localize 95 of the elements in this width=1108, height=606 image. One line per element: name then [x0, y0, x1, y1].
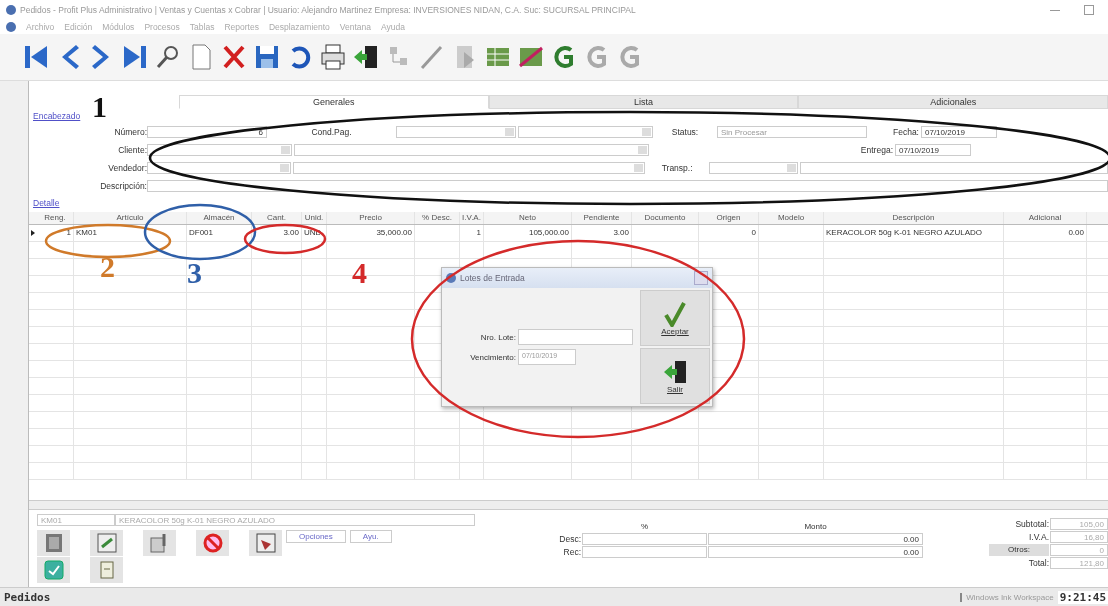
checkmark-icon [664, 300, 686, 327]
annotation-number: 3 [187, 258, 202, 288]
column-header[interactable]: Artículo [74, 212, 187, 224]
status-field: Sin Procesar [717, 125, 867, 138]
column-header[interactable]: Adicional [1004, 212, 1087, 224]
column-header[interactable]: I.V.A. [460, 212, 484, 224]
app-icon [446, 273, 456, 283]
date-field[interactable]: 07/10/2019 [895, 143, 971, 156]
table-cell: 3.00 [572, 225, 632, 241]
column-header[interactable]: Cant. [252, 212, 302, 224]
client-combo[interactable] [147, 143, 292, 156]
window-title: Pedidos - Profit Plus Administrativo | Ventas y Cuentas x Cobrar | Usuario: Alejandro Martinez Empresa: INVERSIONES NIDAN, C.A. Suc: SUCURSAL PRINCIPAL [20, 5, 637, 15]
minimize-button[interactable] [1050, 9, 1060, 11]
table-cell: 0 [699, 225, 759, 241]
section-link[interactable]: Encabezado [29, 111, 81, 123]
total-field: 121,80 [1050, 557, 1108, 569]
exit-button[interactable]: Salir [640, 348, 710, 404]
tab[interactable]: Lista [488, 95, 799, 109]
field-label: Fecha: [892, 126, 919, 137]
lot-number-field[interactable] [518, 329, 633, 345]
field-label: Status: [670, 126, 700, 137]
column-header[interactable]: Neto [484, 212, 572, 224]
table-cell: 35,000.00 [327, 225, 415, 241]
annotation-number: 2 [100, 252, 115, 282]
field-label: Vendedor: [107, 162, 147, 175]
column-header[interactable]: Unid. [302, 212, 327, 224]
tab[interactable]: Adicionales [798, 95, 1108, 109]
field-label: Descripción: [99, 180, 147, 193]
table-cell: 1 [460, 225, 484, 241]
other-field: 0 [1050, 544, 1108, 556]
table-cell: 105,000.00 [484, 225, 572, 241]
tab[interactable]: Generales [179, 95, 489, 109]
link-button[interactable]: Ayu. [349, 530, 392, 543]
window-icon[interactable] [90, 530, 123, 556]
column-header[interactable]: Precio [327, 212, 415, 224]
column-header: Monto [803, 521, 828, 531]
field-label: Entrega: [859, 144, 893, 155]
dialog-title: Lotes de Entrada [460, 273, 526, 283]
field-label: Vencimiento: [469, 352, 516, 362]
seller-field[interactable] [292, 161, 646, 174]
table-cell: KERACOLOR 50g K-01 NEGRO AZULADO [824, 225, 1004, 241]
cabinet-icon[interactable] [37, 530, 70, 556]
picture-frame-icon[interactable] [249, 530, 282, 556]
column-header: % [639, 521, 650, 531]
article-description-field: KERACOLOR 50g K-01 NEGRO AZULADO [115, 514, 475, 526]
discount-amount-field[interactable]: 0.00 [708, 533, 923, 545]
client-field[interactable] [294, 143, 649, 156]
table-cell: KM01 [74, 225, 187, 241]
table-cell: DF001 [187, 225, 252, 241]
field-label: Cond.Pag. [310, 126, 353, 137]
transport-field[interactable] [800, 161, 1108, 174]
checkmark-icon[interactable] [37, 557, 70, 583]
column-header[interactable]: Pendiente [572, 212, 632, 224]
field-label: Total: [1027, 558, 1049, 568]
accept-button[interactable]: Aceptar [640, 290, 710, 346]
date-field[interactable]: 07/10/2019 [921, 125, 997, 138]
field-label: I.V.A. [1028, 532, 1049, 542]
horizontal-scrollbar[interactable] [29, 500, 1108, 510]
document-icon[interactable] [90, 557, 123, 583]
column-header[interactable]: Almacén [187, 212, 252, 224]
column-header[interactable]: Descripción [824, 212, 1004, 224]
column-header[interactable]: Origen [699, 212, 759, 224]
annotation-number: 4 [352, 258, 367, 288]
status-text: Pedidos [3, 590, 51, 604]
other-button[interactable]: Otros: [989, 544, 1049, 556]
field-label: Transp.: [660, 162, 694, 173]
section-link[interactable]: Detalle [29, 198, 60, 208]
exit-door-icon [663, 358, 687, 385]
column-header[interactable]: % Desc. [415, 212, 460, 224]
description-field[interactable] [147, 179, 1108, 192]
discount-percent-field[interactable] [582, 533, 707, 545]
surcharge-amount-field[interactable]: 0.00 [708, 546, 923, 558]
link-button[interactable]: Opciones [286, 530, 346, 543]
table-cell: 0.00 [1004, 225, 1087, 241]
column-header[interactable]: Modelo [759, 212, 824, 224]
clock-text: 9:21:45 [1057, 590, 1108, 604]
column-header[interactable]: Documento [632, 212, 699, 224]
annotation-number: 1 [92, 92, 107, 122]
column-header[interactable]: Reng. [37, 212, 74, 224]
field-label: Desc: [558, 534, 581, 544]
field-label: Subtotal: [1014, 519, 1049, 529]
prohibited-icon[interactable] [196, 530, 229, 556]
field-label: Nro. Lote: [479, 332, 516, 342]
table-cell: 3.00 [252, 225, 302, 241]
field-label: Número: [113, 126, 147, 139]
field-label: Cliente: [117, 144, 147, 157]
maximize-button[interactable] [1084, 5, 1094, 15]
table-cell: 1 [37, 225, 74, 241]
tax-field: 16,80 [1050, 531, 1108, 543]
field-label: Rec: [562, 547, 581, 557]
article-code-field: KM01 [37, 514, 115, 526]
subtotal-field: 105,00 [1050, 518, 1108, 530]
payment-field[interactable] [518, 125, 653, 138]
surcharge-percent-field[interactable] [582, 546, 707, 558]
seller-combo[interactable] [147, 161, 291, 174]
